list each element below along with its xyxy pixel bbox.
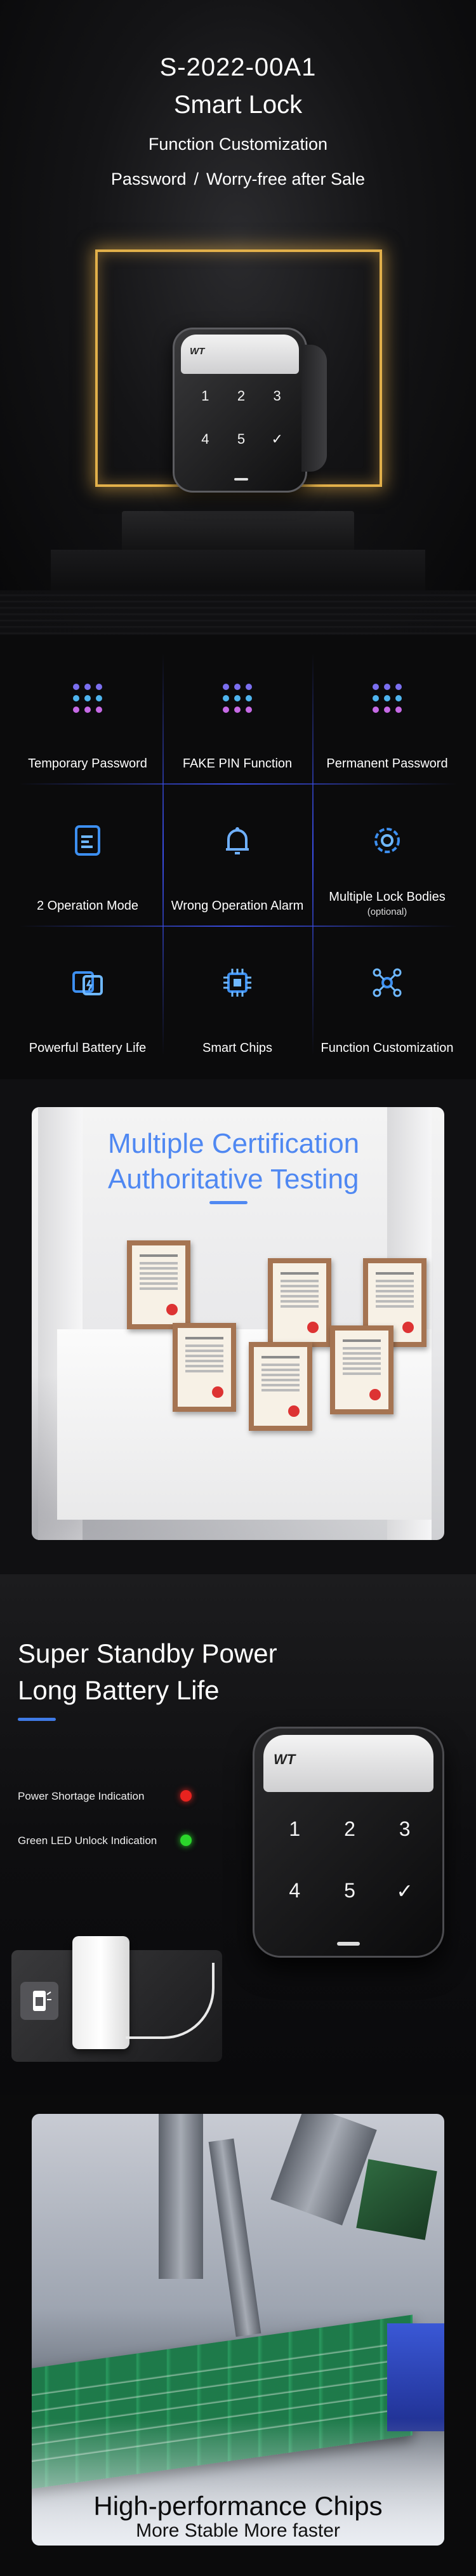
feature-sublabel: (optional) <box>367 906 407 917</box>
usb-charge-icon <box>20 1982 58 2020</box>
key-4: 4 <box>201 431 209 447</box>
lock-side-panel <box>301 345 327 472</box>
machine-arm <box>159 2114 203 2279</box>
water-reflection <box>0 590 476 635</box>
key-3: 3 <box>399 1817 411 1840</box>
lock-led-bar <box>234 478 248 481</box>
bell-icon <box>226 827 249 854</box>
feature-label: Permanent Password <box>326 757 448 771</box>
feature-label: Powerful Battery Life <box>29 1041 147 1055</box>
chips-section: High-performance Chips More Stable More … <box>0 2095 476 2576</box>
key-3: 3 <box>273 388 281 404</box>
feature-multiple-lock-bodies: Multiple Lock Bodies (optional) <box>312 783 462 926</box>
hero-tagline: Password / Worry-free after Sale <box>0 169 476 189</box>
smart-lock-product-image: WT 1 2 3 4 5 ✓ <box>253 1727 444 1958</box>
certificate-frame <box>249 1342 312 1431</box>
key-1: 1 <box>201 388 209 404</box>
feature-label: Multiple Lock Bodies <box>329 890 446 904</box>
certification-title: Multiple Certification Authoritative Tes… <box>108 1126 359 1197</box>
key-confirm: ✓ <box>271 431 283 447</box>
feature-battery-life: Powerful Battery Life <box>13 926 162 1068</box>
smart-lock-product-image: WT 1 2 3 4 5 ✓ <box>173 328 327 493</box>
feature-smart-chips: Smart Chips <box>162 926 312 1068</box>
feature-function-customization: Function Customization <box>312 926 462 1068</box>
lock-keypad: 1 2 3 4 5 ✓ <box>267 1817 432 1903</box>
lock-logo: WT <box>274 1751 296 1767</box>
charging-cable <box>126 1963 215 2039</box>
feature-fake-pin: FAKE PIN Function <box>162 641 312 783</box>
dot-grid-icon <box>373 684 402 713</box>
chips-subtitle: More Stable More faster <box>136 2520 340 2541</box>
network-icon <box>373 968 402 997</box>
green-led-indicator-label: Green LED Unlock Indication <box>18 1835 157 1847</box>
certification-line-2: Authoritative Testing <box>108 1164 359 1195</box>
tagline-password: Password <box>110 169 187 189</box>
feature-grid: Temporary Password FAKE PIN Function Per… <box>13 641 463 1068</box>
key-5: 5 <box>237 431 246 447</box>
feature-label: Temporary Password <box>28 757 147 771</box>
title-underline <box>18 1718 56 1721</box>
tagline-separator: / <box>194 169 199 189</box>
machine-needle <box>208 2138 261 2337</box>
feature-label: Smart Chips <box>202 1041 273 1055</box>
feature-operation-mode: 2 Operation Mode <box>13 783 162 926</box>
chips-production-image: High-performance Chips More Stable More … <box>32 2114 444 2546</box>
feature-wrong-operation-alarm: Wrong Operation Alarm <box>162 783 312 926</box>
battery-line-1: Super Standby Power <box>18 1638 277 1668</box>
lock-led-bar <box>337 1942 360 1946</box>
feature-temporary-password: Temporary Password <box>13 641 162 783</box>
feature-label: Function Customization <box>321 1041 454 1055</box>
feature-label: Wrong Operation Alarm <box>171 899 304 913</box>
certification-line-1: Multiple Certification <box>108 1128 360 1159</box>
certificate-frame <box>268 1258 331 1347</box>
machine-camera <box>356 2159 437 2240</box>
key-2: 2 <box>237 388 246 404</box>
lock-logo: WT <box>190 346 205 357</box>
certification-section: Multiple Certification Authoritative Tes… <box>0 1079 476 1574</box>
certificate-frame <box>173 1323 236 1412</box>
charger-card <box>11 1936 222 2062</box>
key-5: 5 <box>344 1879 355 1902</box>
key-2: 2 <box>344 1817 355 1840</box>
hero-text: S-2022-00A1 Smart Lock Function Customiz… <box>0 53 476 189</box>
model-number: S-2022-00A1 <box>159 53 317 81</box>
battery-section: Super Standby Power Long Battery Life Po… <box>0 1574 476 2095</box>
key-1: 1 <box>289 1817 301 1840</box>
hero-section: S-2022-00A1 Smart Lock Function Customiz… <box>0 0 476 635</box>
green-led-dot <box>180 1835 192 1846</box>
product-name: Smart Lock <box>173 91 303 119</box>
feature-permanent-password: Permanent Password <box>312 641 462 783</box>
dot-grid-icon <box>73 684 102 713</box>
title-underline <box>209 1201 248 1204</box>
pedestal-top <box>122 511 354 555</box>
hero-subline: Function Customization <box>148 135 328 154</box>
key-4: 4 <box>289 1879 301 1902</box>
battery-line-2: Long Battery Life <box>18 1675 220 1705</box>
power-bank-icon <box>33 1991 51 2011</box>
red-led-dot <box>180 1790 192 1802</box>
gear-icon <box>374 828 400 853</box>
key-confirm: ✓ <box>396 1880 414 1902</box>
feature-label: FAKE PIN Function <box>182 757 293 771</box>
blue-fixture <box>387 2323 444 2431</box>
power-bank <box>72 1936 129 2049</box>
chip-icon <box>223 969 251 997</box>
certificate-frame <box>330 1325 393 1414</box>
battery-title: Super Standby Power Long Battery Life <box>18 1635 277 1709</box>
lock-keypad: 1 2 3 4 5 ✓ <box>187 388 295 448</box>
chips-title: High-performance Chips <box>93 2491 383 2521</box>
dot-grid-icon <box>223 684 252 713</box>
tagline-after-sale: Worry-free after Sale <box>206 169 366 189</box>
certification-image: Multiple Certification Authoritative Tes… <box>32 1107 444 1540</box>
certificate-frame <box>127 1240 190 1329</box>
battery-swap-icon <box>72 971 103 995</box>
power-shortage-indicator-label: Power Shortage Indication <box>18 1790 145 1802</box>
feature-label: 2 Operation Mode <box>36 899 139 913</box>
document-icon <box>75 825 100 856</box>
